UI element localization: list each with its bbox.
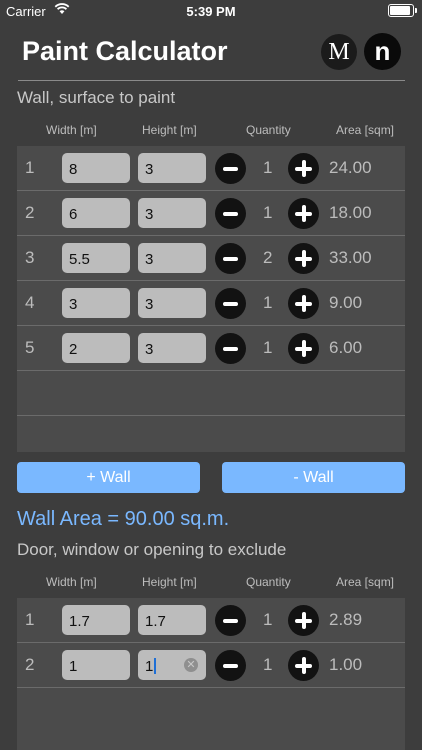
header-divider xyxy=(18,80,405,81)
decrease-quantity-button[interactable] xyxy=(215,333,246,364)
table-row: 1 1.7 1.7 1 2.89 xyxy=(17,598,405,643)
row-index: 2 xyxy=(25,655,35,674)
wall-quantity-header: Quantity xyxy=(246,123,291,137)
decrease-quantity-button[interactable] xyxy=(215,243,246,274)
wall-section-label: Wall, surface to paint xyxy=(17,88,176,107)
wall-height-header: Height [m] xyxy=(142,123,197,137)
increase-quantity-button[interactable] xyxy=(288,333,319,364)
height-input[interactable]: 3 xyxy=(138,288,206,318)
minus-icon xyxy=(223,347,238,351)
opening-width-header: Width [m] xyxy=(46,575,97,589)
opening-area-header: Area [sqm] xyxy=(336,575,395,589)
add-wall-button[interactable]: + Wall xyxy=(17,462,200,493)
table-row: 1 8 3 1 24.00 xyxy=(17,146,405,191)
area-value: 1.00 xyxy=(329,655,363,674)
minus-icon xyxy=(223,664,238,668)
width-input[interactable]: 1.7 xyxy=(62,605,130,635)
width-input[interactable]: 8 xyxy=(62,153,130,183)
status-bar: Carrier 5:39 PM xyxy=(0,0,422,22)
row-index: 2 xyxy=(25,203,35,222)
increase-quantity-button[interactable] xyxy=(288,650,319,681)
table-row: 2 6 3 1 18.00 xyxy=(17,191,405,236)
empty-table-row xyxy=(17,688,405,732)
row-index: 3 xyxy=(25,248,35,267)
wall-width-header: Width [m] xyxy=(46,123,97,137)
opening-quantity-header: Quantity xyxy=(246,575,291,589)
minus-icon xyxy=(223,212,238,216)
quantity-value: 1 xyxy=(263,203,273,222)
m-logo-button[interactable]: M xyxy=(321,34,357,70)
page-title: Paint Calculator xyxy=(22,36,228,66)
height-input[interactable]: 3 xyxy=(138,153,206,183)
opening-height-header: Height [m] xyxy=(142,575,197,589)
wall-area-header: Area [sqm] xyxy=(336,123,395,137)
width-input[interactable]: 5.5 xyxy=(62,243,130,273)
height-input[interactable]: 3 xyxy=(138,333,206,363)
empty-table-row xyxy=(17,416,405,460)
minus-icon xyxy=(223,167,238,171)
quantity-value: 1 xyxy=(263,158,273,177)
row-index: 1 xyxy=(25,158,35,177)
height-input-focused[interactable]: 1 ✕ xyxy=(138,650,206,680)
opening-section-label: Door, window or opening to exclude xyxy=(17,540,287,559)
row-index: 1 xyxy=(25,610,35,629)
increase-quantity-button[interactable] xyxy=(288,605,319,636)
decrease-quantity-button[interactable] xyxy=(215,153,246,184)
increase-quantity-button[interactable] xyxy=(288,288,319,319)
minus-icon xyxy=(223,302,238,306)
table-row: 4 3 3 1 9.00 xyxy=(17,281,405,326)
increase-quantity-button[interactable] xyxy=(288,153,319,184)
decrease-quantity-button[interactable] xyxy=(215,650,246,681)
increase-quantity-button[interactable] xyxy=(288,198,319,229)
empty-table-row xyxy=(17,371,405,416)
remove-wall-button[interactable]: - Wall xyxy=(222,462,405,493)
decrease-quantity-button[interactable] xyxy=(215,198,246,229)
quantity-value: 1 xyxy=(263,338,273,357)
minus-icon xyxy=(223,257,238,261)
area-value: 18.00 xyxy=(329,203,372,222)
area-value: 2.89 xyxy=(329,610,363,629)
increase-quantity-button[interactable] xyxy=(288,243,319,274)
status-time: 5:39 PM xyxy=(186,4,236,19)
n-logo-button[interactable]: n xyxy=(364,33,401,70)
area-value: 24.00 xyxy=(329,158,372,177)
wall-table: 1 8 3 1 24.00 2 6 3 1 18.00 3 5.5 3 2 33… xyxy=(17,146,405,452)
text-cursor xyxy=(154,658,157,674)
area-value: 6.00 xyxy=(329,338,363,357)
width-input[interactable]: 6 xyxy=(62,198,130,228)
minus-icon xyxy=(223,619,238,623)
row-index: 5 xyxy=(25,338,35,357)
height-input[interactable]: 3 xyxy=(138,243,206,273)
area-value: 33.00 xyxy=(329,248,372,267)
width-input[interactable]: 2 xyxy=(62,333,130,363)
quantity-value: 2 xyxy=(263,248,273,267)
wall-area-total: Wall Area = 90.00 sq.m. xyxy=(17,508,230,530)
width-input[interactable]: 3 xyxy=(62,288,130,318)
table-row: 3 5.5 3 2 33.00 xyxy=(17,236,405,281)
quantity-value: 1 xyxy=(263,655,273,674)
clear-text-icon[interactable]: ✕ xyxy=(184,658,198,672)
height-input-value: 1 xyxy=(145,658,154,675)
table-row: 2 1 1 ✕ 1 1.00 xyxy=(17,643,405,688)
battery-icon xyxy=(388,4,417,17)
decrease-quantity-button[interactable] xyxy=(215,605,246,636)
decrease-quantity-button[interactable] xyxy=(215,288,246,319)
row-index: 4 xyxy=(25,293,35,312)
opening-table: 1 1.7 1.7 1 2.89 2 1 1 ✕ 1 1.00 xyxy=(17,598,405,750)
quantity-value: 1 xyxy=(263,293,273,312)
table-row: 5 2 3 1 6.00 xyxy=(17,326,405,371)
quantity-value: 1 xyxy=(263,610,273,629)
width-input[interactable]: 1 xyxy=(62,650,130,680)
height-input[interactable]: 3 xyxy=(138,198,206,228)
area-value: 9.00 xyxy=(329,293,363,312)
height-input[interactable]: 1.7 xyxy=(138,605,206,635)
